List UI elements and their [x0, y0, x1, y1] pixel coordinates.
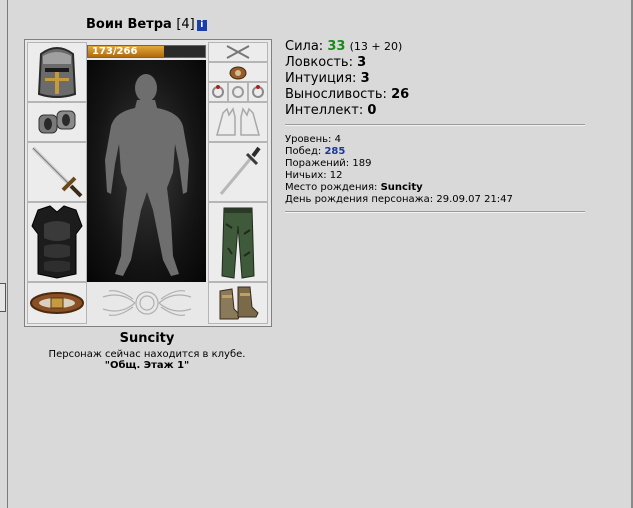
hp-text: 173/266: [92, 46, 138, 57]
slot-weapon-right[interactable]: [208, 142, 268, 202]
stats-panel: Сила: 33 (13 + 20) Ловкость: 3 Интуиция:…: [285, 39, 409, 119]
info-wins: Побед: 285: [285, 146, 513, 158]
info-value: Suncity: [380, 182, 423, 193]
slot-ring-3[interactable]: [248, 82, 268, 102]
slot-gloves[interactable]: [208, 102, 268, 142]
stat-strength: Сила: 33 (13 + 20): [285, 39, 409, 55]
divider: [285, 124, 585, 126]
stat-label: Интеллект:: [285, 103, 364, 118]
stat-label: Интуиция:: [285, 71, 357, 86]
clan-emblem: [87, 282, 206, 324]
stat-agility: Ловкость: 3: [285, 55, 409, 71]
crossed-weapons-icon: [226, 45, 250, 59]
info-label: Побед:: [285, 146, 322, 157]
gloves-icon: [216, 107, 260, 136]
info-icon[interactable]: i: [196, 20, 207, 31]
info-birthday: День рождения персонажа: 29.09.07 21:47: [285, 194, 513, 206]
info-losses: Поражений: 189: [285, 158, 513, 170]
ring-icon: [212, 85, 224, 98]
city-name: Suncity: [119, 331, 175, 346]
slot-armor[interactable]: [27, 202, 87, 282]
stat-label: Выносливость:: [285, 87, 387, 102]
info-value: 189: [352, 158, 372, 169]
slot-pants[interactable]: [208, 202, 268, 282]
hp-bar: 173/266: [87, 45, 206, 58]
club-room: "Общ. Этаж 1": [104, 360, 190, 371]
info-label: Уровень:: [285, 134, 332, 145]
dagger-icon: [219, 146, 261, 195]
info-value: 285: [324, 146, 346, 157]
character-info: Уровень: 4 Побед: 285 Поражений: 189 Нич…: [285, 134, 513, 206]
info-value: 4: [334, 134, 341, 145]
stat-value: 3: [357, 55, 367, 70]
stat-value: 33: [327, 39, 346, 54]
slot-belt[interactable]: [27, 282, 87, 324]
boots-icon: [219, 286, 259, 320]
slot-helmet[interactable]: [27, 42, 87, 102]
window-left-edge: [0, 0, 8, 508]
slot-amulet[interactable]: [208, 62, 268, 82]
club-status: Персонаж сейчас находится в клубе.: [48, 349, 246, 360]
character-silhouette: [87, 60, 206, 282]
stat-label: Ловкость:: [285, 55, 353, 70]
info-value: 12: [329, 170, 343, 181]
slot-ring-2[interactable]: [228, 82, 248, 102]
helmet-icon: [37, 47, 77, 98]
ring-icon: [252, 85, 264, 98]
slot-boots[interactable]: [208, 282, 268, 324]
info-label: Место рождения:: [285, 182, 378, 193]
clan-emblem-icon: [102, 290, 191, 316]
slot-ring-1[interactable]: [208, 82, 228, 102]
stat-bonus: (13 + 20): [349, 40, 403, 53]
frame-resize-handle[interactable]: [0, 283, 6, 312]
slot-earrings[interactable]: [208, 42, 268, 62]
armor-icon: [31, 205, 83, 279]
slot-weapon-left[interactable]: [27, 142, 87, 202]
ring-icon: [232, 86, 244, 98]
stat-endurance: Выносливость: 26: [285, 87, 409, 103]
info-draws: Ничьих: 12: [285, 170, 513, 182]
body-silhouette-icon: [105, 74, 189, 276]
slot-bracers[interactable]: [27, 102, 87, 142]
info-label: День рождения персонажа:: [285, 194, 434, 205]
equipment-panel: 173/266: [24, 39, 272, 327]
stat-label: Сила:: [285, 39, 324, 54]
pants-icon: [221, 207, 255, 279]
info-value: 29.09.07 21:47: [436, 194, 513, 205]
bracers-icon: [38, 110, 76, 134]
character-level: [4]: [176, 17, 195, 32]
info-label: Ничьих:: [285, 170, 327, 181]
belt-icon: [30, 292, 84, 314]
sword-icon: [31, 146, 83, 198]
stat-value: 0: [367, 103, 377, 118]
info-label: Поражений:: [285, 158, 350, 169]
stat-value: 3: [360, 71, 370, 86]
stat-intellect: Интеллект: 0: [285, 103, 409, 119]
stat-value: 26: [391, 87, 410, 102]
stat-intuition: Интуиция: 3: [285, 71, 409, 87]
info-birthplace: Место рождения: Suncity: [285, 182, 513, 194]
amulet-icon: [229, 66, 247, 80]
divider: [285, 211, 585, 213]
character-name: Воин Ветра: [86, 17, 172, 32]
character-header: Воин Ветра [4] i: [86, 17, 207, 32]
info-level: Уровень: 4: [285, 134, 513, 146]
